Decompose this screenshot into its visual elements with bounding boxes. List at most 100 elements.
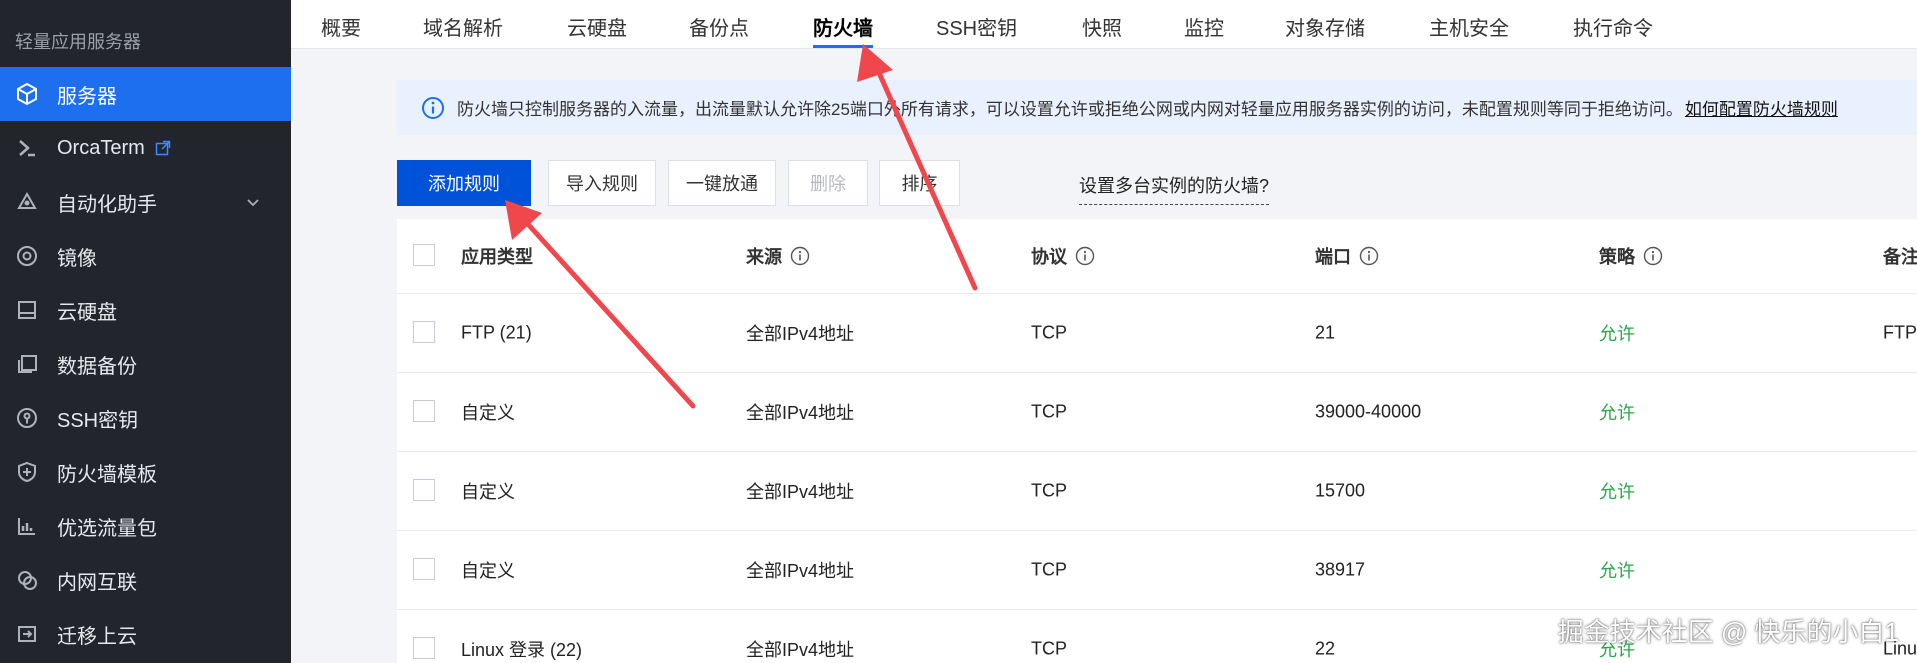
migrate-icon xyxy=(14,621,40,647)
sidebar-item-label: 优选流量包 xyxy=(57,517,157,540)
cell-app-type: FTP (21) xyxy=(461,322,532,343)
cell-source: 全部IPv4地址 xyxy=(746,640,855,660)
sidebar-item-traffic[interactable]: 优选流量包 xyxy=(0,499,291,553)
sidebar-item-automation[interactable]: 自动化助手 xyxy=(0,175,291,229)
import-rule-button[interactable]: 导入规则 xyxy=(548,160,656,206)
cell-protocol: TCP xyxy=(1031,480,1067,501)
delete-button[interactable]: 删除 xyxy=(788,160,868,206)
sidebar-item-ssh-key[interactable]: SSH密钥 xyxy=(0,391,291,445)
tab-snapshot[interactable]: 快照 xyxy=(1082,12,1122,48)
tab-ssh-key[interactable]: SSH密钥 xyxy=(936,12,1017,48)
tab-dns[interactable]: 域名解析 xyxy=(423,12,503,48)
tab-firewall[interactable]: 防火墙 xyxy=(813,12,873,48)
disk-icon xyxy=(14,297,40,323)
cell-policy: 允许 xyxy=(1599,482,1635,502)
tab-cloud-disk[interactable]: 云硬盘 xyxy=(567,12,627,48)
cell-port: 22 xyxy=(1315,638,1336,659)
help-circle-icon[interactable] xyxy=(1075,246,1095,266)
add-rule-button[interactable]: 添加规则 xyxy=(397,160,531,206)
header-port: 端口 xyxy=(1315,243,1379,269)
sidebar-item-label: OrcaTerm xyxy=(57,136,145,159)
row-checkbox[interactable] xyxy=(413,558,435,580)
sidebar-item-label: 自动化助手 xyxy=(57,193,157,216)
row-checkbox[interactable] xyxy=(413,400,435,422)
sidebar-item-label: 镜像 xyxy=(57,247,97,270)
sidebar-item-orcaterm[interactable]: OrcaTerm xyxy=(0,121,291,175)
firewall-rules-table: 应用类型 来源 协议 端口 策略 备注 FTP (21) 全部IPv4地址 TC… xyxy=(397,219,1917,663)
header-protocol-label: 协议 xyxy=(1031,247,1067,267)
help-circle-icon[interactable] xyxy=(790,246,810,266)
shield-icon xyxy=(14,459,40,485)
sidebar-item-migrate[interactable]: 迁移上云 xyxy=(0,607,291,661)
traffic-icon xyxy=(14,513,40,539)
cell-protocol: TCP xyxy=(1031,559,1067,580)
sidebar-item-image[interactable]: 镜像 xyxy=(0,229,291,283)
tab-overview[interactable]: 概要 xyxy=(321,12,361,48)
help-circle-icon[interactable] xyxy=(1359,246,1379,266)
cell-app-type: Linux 登录 (22) xyxy=(461,640,583,660)
sidebar-item-cloud-disk[interactable]: 云硬盘 xyxy=(0,283,291,337)
notice-text: 防火墙只控制服务器的入流量，出流量默认允许除25端口外所有请求，可以设置允许或拒… xyxy=(457,100,1683,119)
external-link-icon xyxy=(155,140,171,156)
header-app-type: 应用类型 xyxy=(461,247,533,267)
table-header-row: 应用类型 来源 协议 端口 策略 备注 xyxy=(397,219,1917,294)
info-icon xyxy=(421,96,445,120)
cell-protocol: TCP xyxy=(1031,401,1067,422)
header-port-label: 端口 xyxy=(1315,247,1351,267)
tab-run-command[interactable]: 执行命令 xyxy=(1573,12,1653,48)
tab-bar: 概要 域名解析 云硬盘 备份点 防火墙 SSH密钥 快照 监控 对象存储 主机安… xyxy=(291,0,1917,49)
cell-port: 21 xyxy=(1315,322,1336,343)
header-remark: 备注 xyxy=(1883,247,1917,267)
sidebar-item-backup[interactable]: 数据备份 xyxy=(0,337,291,391)
cube-icon xyxy=(14,81,40,107)
row-checkbox[interactable] xyxy=(413,321,435,343)
help-circle-icon[interactable] xyxy=(1643,246,1663,266)
firewall-toolbar: 添加规则 导入规则 一键放通 删除 排序 设置多台实例的防火墙? xyxy=(397,160,1917,206)
tab-object-storage[interactable]: 对象存储 xyxy=(1285,12,1365,48)
cell-port: 38917 xyxy=(1315,559,1366,580)
header-policy: 策略 xyxy=(1599,243,1663,269)
network-icon xyxy=(14,567,40,593)
tab-monitor[interactable]: 监控 xyxy=(1184,12,1224,48)
sidebar-item-firewall-template[interactable]: 防火墙模板 xyxy=(0,445,291,499)
table-row: 自定义 全部IPv4地址 TCP 39000-40000 允许 xyxy=(397,373,1917,452)
cell-source: 全部IPv4地址 xyxy=(746,324,855,344)
select-all-checkbox[interactable] xyxy=(413,244,435,266)
cell-policy: 允许 xyxy=(1599,324,1635,344)
main-content: 概要 域名解析 云硬盘 备份点 防火墙 SSH密钥 快照 监控 对象存储 主机安… xyxy=(291,0,1917,663)
watermark: 掘金技术社区 @ 快乐的小白1 xyxy=(1557,617,1899,647)
cell-app-type: 自定义 xyxy=(461,403,515,423)
cell-source: 全部IPv4地址 xyxy=(746,482,855,502)
tab-host-security[interactable]: 主机安全 xyxy=(1429,12,1509,48)
sidebar-item-label: 服务器 xyxy=(57,85,117,108)
table-row: 自定义 全部IPv4地址 TCP 38917 允许 xyxy=(397,531,1917,610)
header-policy-label: 策略 xyxy=(1599,247,1635,267)
cell-protocol: TCP xyxy=(1031,322,1067,343)
sidebar-item-intranet[interactable]: 内网互联 xyxy=(0,553,291,607)
automation-icon xyxy=(14,189,40,215)
cell-app-type: 自定义 xyxy=(461,482,515,502)
sidebar-item-label: SSH密钥 xyxy=(57,409,139,432)
sidebar-item-server[interactable]: 服务器 xyxy=(0,67,291,121)
multi-instance-firewall-link[interactable]: 设置多台实例的防火墙? xyxy=(1079,172,1270,205)
sort-button[interactable]: 排序 xyxy=(879,160,960,206)
sidebar: 轻量应用服务器 服务器 OrcaTerm 自动化助手 镜像 云硬盘 数据备份 S… xyxy=(0,0,291,663)
cell-policy: 允许 xyxy=(1599,403,1635,423)
header-source-label: 来源 xyxy=(746,247,782,267)
open-all-button[interactable]: 一键放通 xyxy=(668,160,776,206)
sidebar-item-label: 内网互联 xyxy=(57,571,137,594)
firewall-notice: 防火墙只控制服务器的入流量，出流量默认允许除25端口外所有请求，可以设置允许或拒… xyxy=(397,80,1917,135)
backup-icon xyxy=(14,351,40,377)
sidebar-item-label: 数据备份 xyxy=(57,355,137,378)
terminal-icon xyxy=(14,135,40,161)
firewall-help-link[interactable]: 如何配置防火墙规则 xyxy=(1685,95,1838,120)
sidebar-title: 轻量应用服务器 xyxy=(15,32,141,52)
key-icon xyxy=(14,405,40,431)
row-checkbox[interactable] xyxy=(413,637,435,659)
cell-protocol: TCP xyxy=(1031,638,1067,659)
row-checkbox[interactable] xyxy=(413,479,435,501)
cell-source: 全部IPv4地址 xyxy=(746,561,855,581)
cell-port: 15700 xyxy=(1315,480,1366,501)
header-protocol: 协议 xyxy=(1031,243,1095,269)
tab-backup[interactable]: 备份点 xyxy=(689,12,749,48)
